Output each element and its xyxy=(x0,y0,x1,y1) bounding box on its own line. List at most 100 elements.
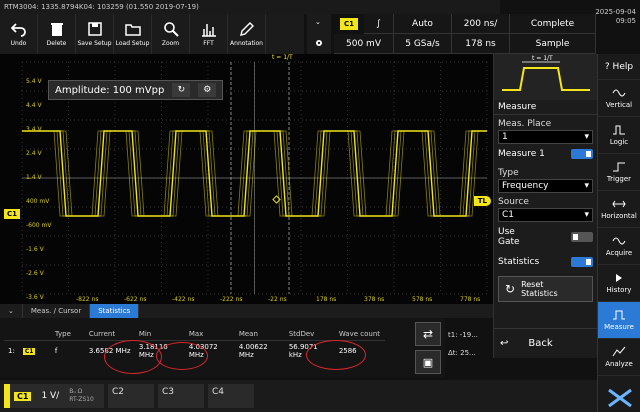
save-results-button[interactable]: ▣ xyxy=(415,350,441,374)
help-button[interactable]: ? Help xyxy=(598,54,640,80)
delete-label: Delete xyxy=(46,40,67,47)
c1-meta: Bᵤ Ω RT-ZS10 xyxy=(69,388,94,403)
back-button[interactable]: ↩ Back xyxy=(494,328,597,358)
save-icon xyxy=(87,22,102,36)
fft-button[interactable]: FFT xyxy=(190,14,228,54)
back-label: Back xyxy=(528,338,553,349)
sidebar-label: Measure xyxy=(604,323,634,331)
measure-icon xyxy=(613,310,625,320)
sidebar-label: Vertical xyxy=(605,101,633,109)
acq-state[interactable]: Complete xyxy=(510,14,596,34)
channel-c2-button[interactable]: C2 xyxy=(108,384,154,408)
reset-statistics-label: Reset Statistics xyxy=(521,280,558,298)
trigger-level-marker[interactable]: TL xyxy=(473,196,491,206)
channel-c4-button[interactable]: C4 xyxy=(208,384,254,408)
statistics-toggle[interactable] xyxy=(571,257,593,267)
x-axis-label: 578 ns xyxy=(412,296,433,303)
tab-statistics[interactable]: Statistics xyxy=(90,304,140,318)
gear-icon xyxy=(316,40,322,46)
history-icon xyxy=(616,274,622,282)
reset-icon: ↻ xyxy=(505,281,516,296)
sidebar-item-trigger[interactable]: Trigger xyxy=(598,154,640,191)
waveform-display[interactable]: t = 1/T Amplitude: 100 mVpp ↻ ⚙ 5.4 V 4.4… xyxy=(0,54,493,304)
x-axis-label: -822 ns xyxy=(76,296,99,303)
sidebar-item-history[interactable]: History xyxy=(598,265,640,302)
sidebar-label: History xyxy=(606,286,632,294)
chevron-down-icon: ▾ xyxy=(584,210,589,220)
undo-icon xyxy=(10,23,26,37)
c1-offset-marker[interactable]: C1 xyxy=(4,209,21,219)
meas-place-label: Meas. Place xyxy=(498,119,552,129)
sidebar-item-horizontal[interactable]: Horizontal xyxy=(598,191,640,228)
zoom-button[interactable]: Zoom xyxy=(152,14,190,54)
trigger-position-marker: t = 1/T xyxy=(272,54,293,61)
sample-rate[interactable]: 5 GSa/s xyxy=(394,34,452,54)
swap-button[interactable]: ⇄ xyxy=(415,322,441,346)
sidebar-item-vertical[interactable]: Vertical xyxy=(598,80,640,117)
channel-c3-button[interactable]: C3 xyxy=(158,384,204,408)
measure1-toggle[interactable] xyxy=(571,149,593,159)
trigger-edge[interactable]: ∫ xyxy=(364,14,394,34)
col-max: Max xyxy=(188,330,204,338)
diagram-label: t = 1/T xyxy=(532,55,553,62)
statistics-row[interactable]: Statistics xyxy=(494,252,597,272)
y-axis-label: -1.6 V xyxy=(26,246,44,253)
magnifier-icon xyxy=(163,22,179,37)
title-bar: RTM3004: 1335.8794K04: 103259 (01.550 20… xyxy=(0,0,500,14)
meas-place-select[interactable]: 1 ▾ xyxy=(498,130,593,144)
delete-button[interactable]: Delete xyxy=(38,14,76,54)
col-min: Min xyxy=(138,330,152,338)
undo-button[interactable]: Undo xyxy=(0,14,38,54)
source-label: Source xyxy=(498,197,529,207)
load-setup-label: Load Setup xyxy=(115,40,150,47)
sidebar-label: Acquire xyxy=(605,249,633,257)
row-mean: 4.00622 MHz xyxy=(234,340,285,361)
channel-c1-button[interactable]: C1 1 V/ Bᵤ Ω RT-ZS10 xyxy=(4,384,104,408)
tab-collapse[interactable]: ⌄ xyxy=(0,304,23,318)
y-axis-label: 1.4 V xyxy=(26,174,42,181)
gear-icon[interactable]: ⚙ xyxy=(198,83,217,97)
y-axis-label: -600 mV xyxy=(26,222,52,229)
row-type: f xyxy=(50,340,85,361)
tab-meas-cursor[interactable]: Meas. / Cursor xyxy=(23,304,91,318)
undo-label: Undo xyxy=(10,40,27,47)
chevron-down-icon: ▾ xyxy=(584,132,589,142)
x-axis-label: -222 ns xyxy=(220,296,243,303)
measure1-row[interactable]: Measure 1 xyxy=(494,144,597,164)
load-setup-button[interactable]: Load Setup xyxy=(114,14,152,54)
col-type: Type xyxy=(54,330,71,338)
refresh-icon[interactable]: ↻ xyxy=(172,83,191,97)
acq-mode[interactable]: Sample xyxy=(510,34,596,54)
pulse-diagram-icon: t = 1/T xyxy=(502,55,590,91)
channel-chip: C1 xyxy=(22,348,36,355)
bottom-tabs: ⌄ Meas. / Cursor Statistics xyxy=(0,304,493,318)
annotation-circle-min xyxy=(156,342,208,370)
reset-statistics-button[interactable]: ↻ Reset Statistics xyxy=(498,276,593,302)
use-gate-row[interactable]: Use Gate xyxy=(494,222,597,252)
sidebar-item-acquire[interactable]: Acquire xyxy=(598,228,640,265)
trigger-icon xyxy=(613,162,625,172)
logic-icon xyxy=(613,125,625,135)
type-select[interactable]: Frequency ▾ xyxy=(498,179,593,193)
y-axis-label: 3.4 V xyxy=(26,126,42,133)
trigger-mode[interactable]: Auto xyxy=(394,14,452,34)
save-setup-button[interactable]: Save Setup xyxy=(76,14,114,54)
source-select[interactable]: C1 ▾ xyxy=(498,208,593,222)
sidebar-item-analyze[interactable]: Analyze xyxy=(598,339,640,376)
col-stddev: StdDev xyxy=(288,330,315,338)
x-axis-label: 378 ns xyxy=(364,296,385,303)
settings-button[interactable]: ⌄ xyxy=(307,14,331,54)
annotation-button[interactable]: Annotation xyxy=(228,14,266,54)
sidebar-item-logic[interactable]: Logic xyxy=(598,117,640,154)
amplitude-readout: Amplitude: 100 mVpp ↻ ⚙ xyxy=(48,80,224,100)
sidebar-item-measure[interactable]: Measure xyxy=(598,302,640,339)
trigger-source-badge[interactable]: C1 xyxy=(340,18,358,30)
save-icon: ▣ xyxy=(422,355,434,369)
use-gate-label: Use Gate xyxy=(498,227,520,247)
col-current: Current xyxy=(88,330,116,338)
time-per-div[interactable]: 200 ns/ xyxy=(452,14,510,34)
volt-per-div[interactable]: 500 mV xyxy=(334,34,394,54)
time-position[interactable]: 178 ns xyxy=(452,34,510,54)
swap-icon: ⇄ xyxy=(422,327,434,341)
use-gate-toggle[interactable] xyxy=(571,232,593,242)
